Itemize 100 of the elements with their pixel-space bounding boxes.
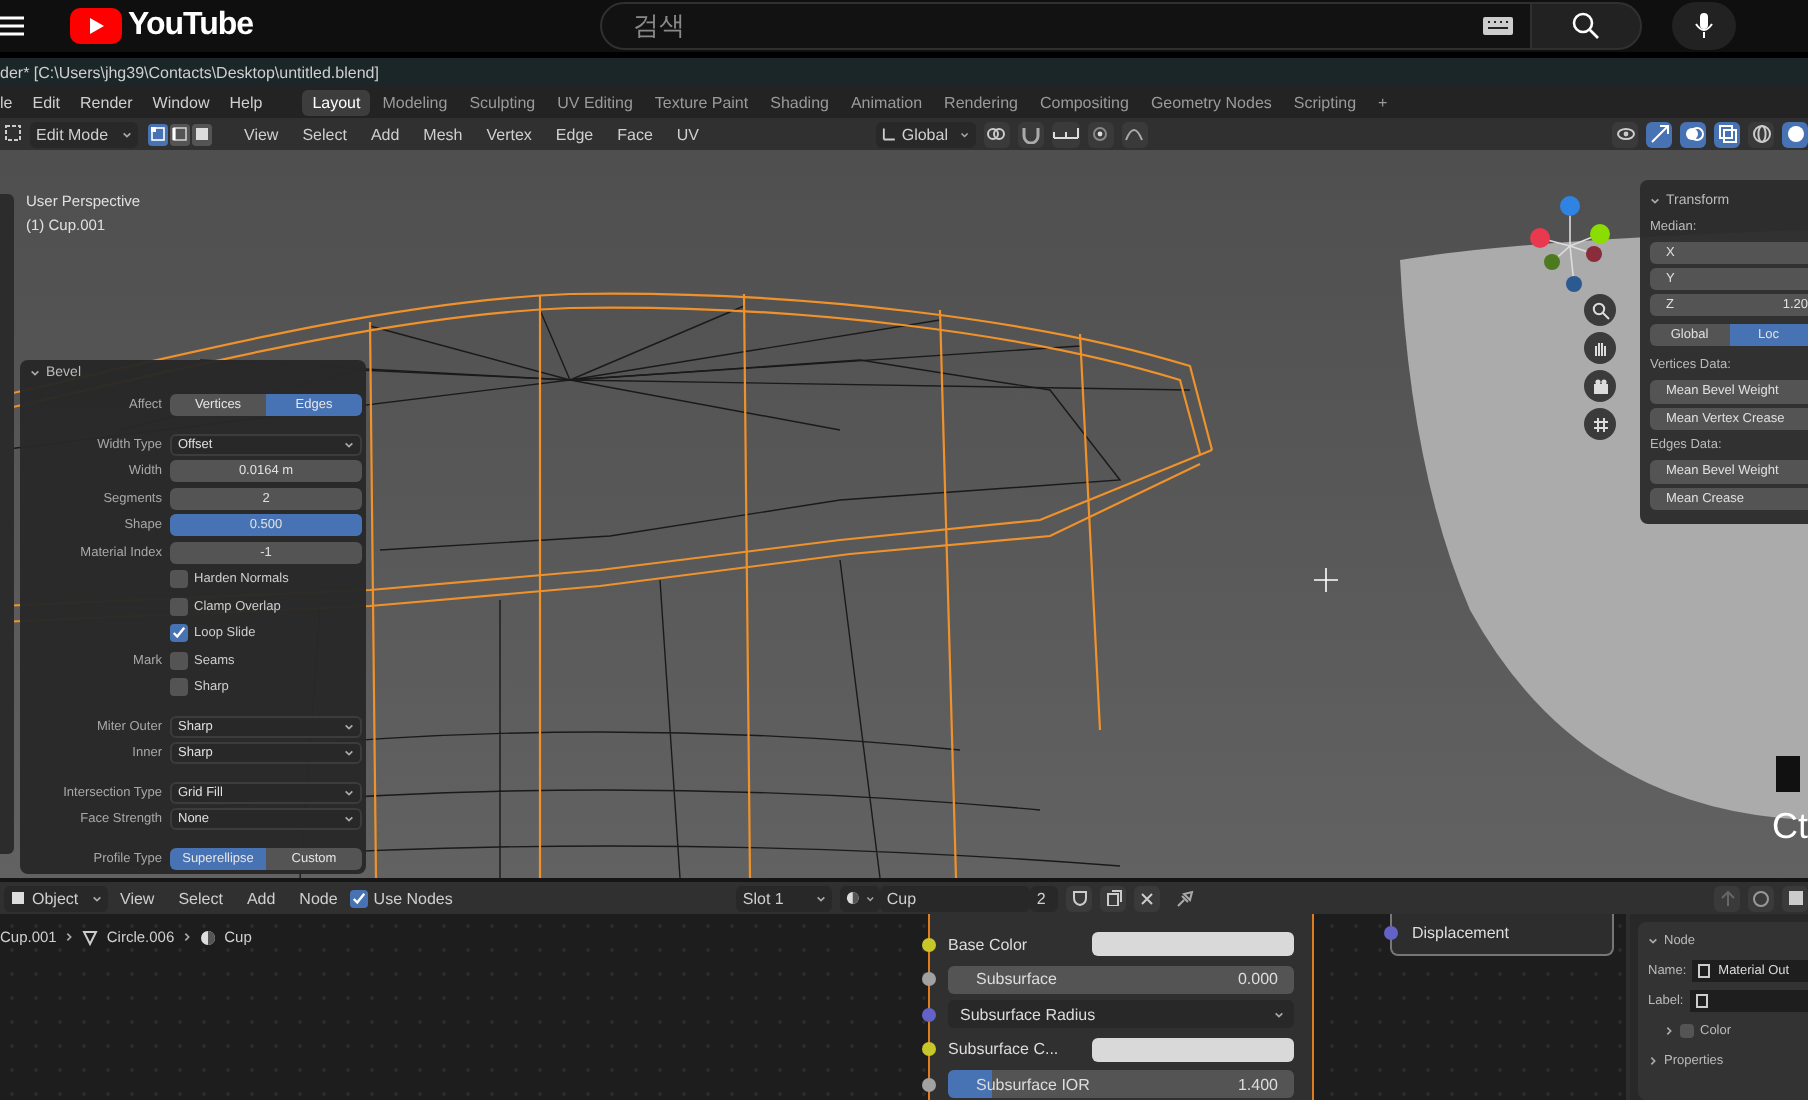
shield-icon[interactable] [1066, 885, 1093, 911]
axes-icon [881, 126, 896, 142]
dark-block [1776, 756, 1800, 792]
menu-icon[interactable] [0, 16, 24, 36]
magnet-icon[interactable] [1017, 121, 1044, 147]
microphone-button[interactable] [1671, 2, 1736, 50]
chevron-down-icon [1274, 1009, 1284, 1019]
link-icon[interactable] [983, 121, 1010, 147]
solid-sphere-icon[interactable] [1782, 121, 1808, 147]
workspace-tab[interactable]: Sculpting [459, 89, 546, 115]
workspace-tab[interactable]: Animation [840, 89, 933, 115]
dropdown[interactable]: Subsurface Radius [948, 1000, 1294, 1028]
keyboard-icon[interactable] [1481, 16, 1514, 36]
menu-item[interactable]: Add [358, 125, 412, 143]
user-count[interactable]: 2 [1030, 885, 1059, 911]
label-field[interactable] [1689, 989, 1808, 1011]
menu-item[interactable]: Edge [543, 125, 606, 143]
copy-icon[interactable] [1100, 885, 1127, 911]
workspace-tab[interactable]: Layout [302, 89, 371, 115]
menu-item[interactable]: Face [605, 125, 665, 143]
play-logo-icon[interactable] [70, 8, 122, 44]
workspace-tab[interactable]: UV Editing [547, 89, 643, 115]
checkbox[interactable] [170, 651, 188, 670]
menu-item[interactable]: Mesh [411, 125, 475, 143]
wireframe-sphere-icon[interactable] [1748, 121, 1774, 147]
material-name-field[interactable]: Cup [880, 885, 1031, 911]
close-icon[interactable] [1134, 885, 1161, 911]
search-bar[interactable]: 검색 [599, 2, 1532, 50]
falloff-curve-icon[interactable] [1121, 121, 1148, 147]
navigation-gizmo[interactable] [1530, 196, 1610, 292]
menu-item[interactable]: UV [664, 125, 712, 143]
microphone-icon [1693, 12, 1714, 40]
menu-item[interactable]: Edit [22, 93, 71, 111]
overlay-circles-icon[interactable] [1680, 121, 1706, 147]
checkbox[interactable] [170, 624, 188, 643]
workspace-tab[interactable]: Shading [760, 89, 839, 115]
color-swatch[interactable] [1092, 1037, 1294, 1061]
socket-dot[interactable] [922, 1007, 936, 1021]
eye-icon[interactable] [1612, 121, 1638, 147]
checkbox[interactable] [349, 889, 368, 907]
checkbox[interactable] [170, 678, 188, 697]
xray-squares-icon[interactable] [1714, 121, 1740, 147]
edge-square-icon [172, 126, 188, 142]
select-mode-button[interactable] [170, 123, 190, 145]
pin-icon[interactable] [1176, 889, 1195, 907]
hand-icon [1591, 339, 1609, 357]
socket-dot[interactable] [922, 1042, 936, 1056]
menu-item[interactable]: Select [290, 125, 359, 143]
caption-text: Ct [1772, 806, 1808, 848]
socket-dot[interactable] [1384, 925, 1398, 939]
menu-item[interactable]: le [0, 93, 23, 111]
logo-text[interactable]: YouTube [128, 8, 254, 44]
menu-item[interactable]: Vertex [474, 125, 544, 143]
color-swatch[interactable] [1092, 932, 1294, 956]
number-field[interactable]: Subsurface 0.000 [948, 965, 1294, 993]
mode-dropdown[interactable]: Object [4, 885, 108, 911]
menu-item[interactable]: View [232, 125, 291, 143]
checkmark-icon [351, 891, 366, 905]
checkmark-icon [172, 626, 186, 641]
menu-item[interactable]: Select [166, 889, 235, 907]
chevron-down-icon [1648, 935, 1658, 945]
chevron-right-icon [1664, 1025, 1674, 1035]
vertex-square-icon [150, 126, 166, 142]
menu-item[interactable]: View [108, 889, 167, 907]
checkbox[interactable] [170, 597, 188, 616]
material-dropdown[interactable] [840, 885, 881, 911]
workspace-tab[interactable]: Modeling [372, 89, 458, 115]
menu-item[interactable]: Help [219, 93, 273, 111]
gizmo-arrows-icon[interactable] [1646, 121, 1672, 147]
workspace-tab[interactable]: Texture Paint [644, 89, 759, 115]
menu-item[interactable]: Node [287, 889, 350, 907]
checkbox[interactable] [1680, 1023, 1694, 1037]
checkbox[interactable] [170, 570, 188, 589]
menu-item[interactable]: Render [70, 93, 143, 111]
search-icon [1571, 12, 1600, 40]
panel-icon[interactable] [1782, 885, 1808, 911]
workspace-tab[interactable]: Rendering [934, 89, 1028, 115]
shaded-sphere-icon [846, 890, 861, 906]
menu-item[interactable]: Add [234, 889, 288, 907]
add-workspace-button[interactable]: + [1368, 89, 1398, 115]
menu-item[interactable]: Window [142, 93, 220, 111]
socket-dot[interactable] [922, 937, 936, 951]
select-mode-button[interactable] [192, 123, 212, 145]
socket-label: Subsurface C... [948, 1040, 1059, 1058]
select-mode-button[interactable] [148, 123, 168, 145]
workspace-tab[interactable]: Compositing [1029, 89, 1139, 115]
chevron-down-icon [959, 129, 970, 139]
mode-dropdown[interactable]: Edit Mode [30, 121, 138, 147]
search-button[interactable] [1531, 2, 1642, 50]
socket-dot[interactable] [922, 1077, 936, 1091]
orientation-dropdown[interactable]: Global [875, 121, 976, 147]
chevron-down-icon [866, 893, 875, 903]
output-node[interactable]: Displacement [1390, 914, 1614, 956]
workspace-tab[interactable]: Geometry Nodes [1140, 89, 1282, 115]
selection-cursor-icon[interactable] [4, 124, 24, 144]
workspace-tab[interactable]: Scripting [1283, 89, 1367, 115]
search-field[interactable]: 검색 [629, 9, 1482, 43]
dot-circle-icon[interactable] [1087, 121, 1114, 147]
socket-dot[interactable] [922, 972, 936, 986]
slot-dropdown[interactable]: Slot 1 [736, 885, 833, 911]
